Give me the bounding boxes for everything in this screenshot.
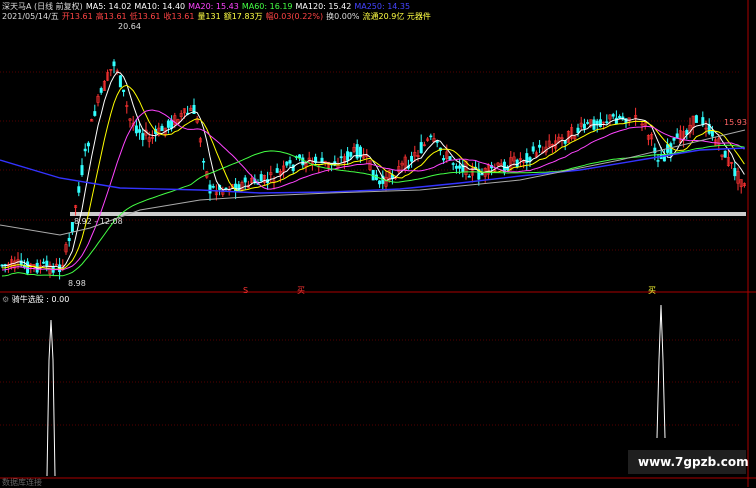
ref-range-label: 8.92 - 12.08 <box>74 217 123 226</box>
header-field: 量131 <box>197 12 221 21</box>
candle-body <box>656 160 660 162</box>
candle-body <box>170 119 174 129</box>
header-line-2: 2021/05/14/五 开13.61 高13.61 低13.61 收13.61 量131… <box>2 12 434 22</box>
header-field: 深天马A (日线 前复权) <box>2 2 83 11</box>
candle-body <box>598 119 602 127</box>
candle-body <box>122 89 126 92</box>
header-field: 幅0.03(0.22%) <box>265 12 324 21</box>
header-field: 低13.61 <box>129 12 161 21</box>
candle-body <box>259 174 263 182</box>
candle-body <box>141 133 145 140</box>
candle-body <box>419 142 423 154</box>
candle-body <box>531 146 535 152</box>
candle-body <box>595 120 599 125</box>
candle-body <box>275 168 279 173</box>
candle-body <box>160 125 164 132</box>
candle-body <box>211 186 215 188</box>
candle-body <box>99 88 103 93</box>
candle-body <box>138 129 142 133</box>
header-field: MA20: 15.43 <box>188 2 239 11</box>
candle-body <box>202 160 206 163</box>
candle-body <box>614 117 618 124</box>
gear-icon[interactable]: ⚙ <box>2 295 9 304</box>
candle-body <box>618 116 622 119</box>
candle-body <box>435 140 439 143</box>
header-field: MA10: 14.40 <box>134 2 186 11</box>
candle-body <box>346 151 350 161</box>
candle-body <box>298 154 302 159</box>
header-field: MA5: 14.02 <box>85 2 132 11</box>
candle-body <box>669 143 673 155</box>
candle-body <box>93 111 97 116</box>
candle-body <box>26 261 30 274</box>
candle-body <box>538 144 542 148</box>
support-band <box>70 212 746 216</box>
candle-body <box>285 161 289 166</box>
candle-body <box>528 157 532 162</box>
candle-body <box>378 180 382 185</box>
candle-body <box>701 117 705 126</box>
low-price-label: 8.98 <box>68 279 86 288</box>
candle-body <box>429 135 433 138</box>
candle-body <box>694 115 698 123</box>
candle-body <box>77 186 81 193</box>
candle-body <box>288 160 292 164</box>
candle-body <box>301 157 305 166</box>
header-field: MA60: 16.19 <box>241 2 293 11</box>
candle-body <box>480 173 484 176</box>
header-field: 2021/05/14/五 <box>2 12 59 21</box>
right-price-label: 15.93 <box>724 118 747 127</box>
header-field: 额17.83万 <box>223 12 263 21</box>
high-price-label: 20.64 <box>118 22 141 31</box>
candle-body <box>80 165 84 176</box>
header-field: 换0.00% <box>326 12 360 21</box>
candle-body <box>454 165 458 169</box>
header-field: 流通20.9亿 元器件 <box>362 12 431 21</box>
candle-body <box>112 61 116 67</box>
chart-canvas[interactable] <box>0 0 756 487</box>
candle-body <box>458 165 462 169</box>
candle-body <box>86 142 90 147</box>
header-field: 高13.61 <box>95 12 127 21</box>
header-field: 收13.61 <box>163 12 195 21</box>
header-line-1: 深天马A (日线 前复权) MA5: 14.02 MA10: 14.40 MA20: … <box>2 2 413 12</box>
candle-body <box>410 155 414 162</box>
candle-body <box>467 175 471 178</box>
candle-body <box>243 177 247 183</box>
header-field: MA250: 14.35 <box>354 2 411 11</box>
signal-mark: S <box>243 286 249 295</box>
candle-body <box>134 125 138 134</box>
signal-mark: 买 <box>297 286 305 295</box>
candle-body <box>605 121 609 123</box>
candle-body <box>442 158 446 161</box>
candle-body <box>586 122 590 124</box>
candle-body <box>349 152 353 157</box>
candle-body <box>67 237 71 242</box>
candle-body <box>723 150 727 158</box>
candle-body <box>448 156 452 161</box>
candle-body <box>208 184 212 194</box>
indicator-title: ⚙ 骑牛选股 : 0.00 <box>2 295 70 304</box>
candle-body <box>672 137 676 141</box>
candle-body <box>733 168 737 177</box>
candle-body <box>45 260 49 267</box>
candle-body <box>166 120 170 128</box>
candle-body <box>582 123 586 129</box>
candle-body <box>118 75 122 88</box>
candle-body <box>83 148 87 152</box>
candle-body <box>611 114 615 117</box>
candle-body <box>339 156 343 159</box>
watermark-text: www.7gpzb.com <box>638 455 749 469</box>
candles <box>0 59 746 280</box>
header-field: MA120: 15.42 <box>295 2 352 11</box>
header-field: 开13.61 <box>61 12 93 21</box>
candle-body <box>42 261 46 264</box>
candle-body <box>451 163 455 165</box>
indicator-spikes <box>46 304 666 477</box>
candle-body <box>576 127 580 133</box>
signal-mark: 买 <box>648 286 656 295</box>
